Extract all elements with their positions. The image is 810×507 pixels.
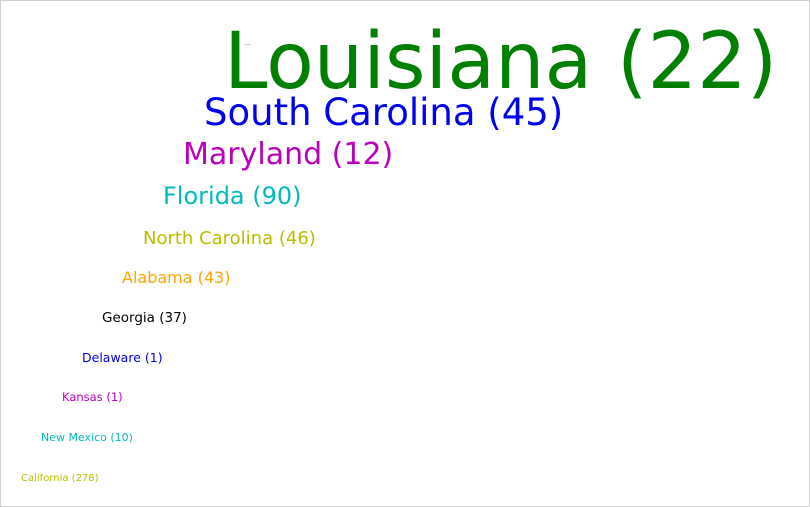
word-label: Maryland (12): [183, 137, 393, 172]
word-label: Kansas (1): [62, 390, 123, 404]
word-cloud: Louisiana (22)South Carolina (45)Marylan…: [21, 17, 777, 484]
word-labels: Louisiana (22)South Carolina (45)Marylan…: [21, 17, 777, 484]
word-label: New Mexico (10): [41, 431, 133, 444]
word-label: California (278): [21, 473, 99, 484]
word-label: North Carolina (46): [143, 228, 316, 249]
word-label: Florida (90): [163, 182, 302, 210]
word-label: Alabama (43): [122, 268, 230, 287]
word-label: Delaware (1): [82, 350, 163, 365]
word-label: South Carolina (45): [204, 91, 563, 134]
word-label: Georgia (37): [102, 310, 187, 326]
